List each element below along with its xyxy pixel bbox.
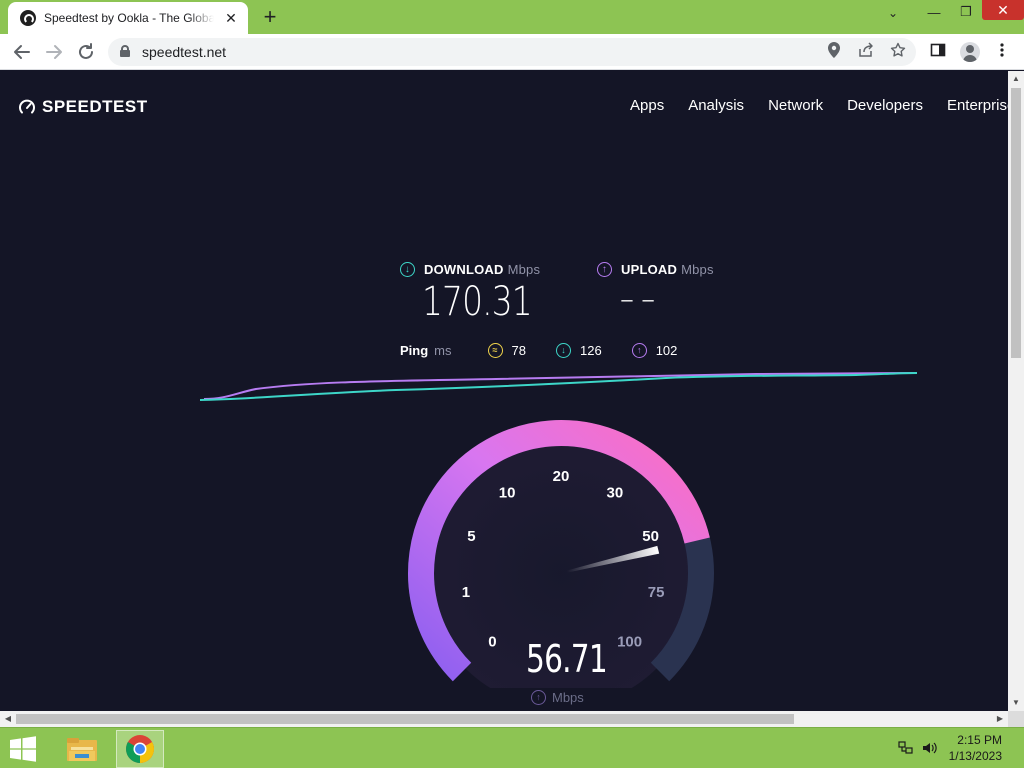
speedtest-favicon-icon	[20, 10, 36, 26]
current-speed-unit: ↑ Mbps	[531, 690, 584, 705]
logo-text: SPEEDTEST	[42, 97, 148, 116]
window-controls: — ❐ ✕	[918, 0, 1024, 26]
tab-search-chevron-icon[interactable]: ⌄	[888, 6, 898, 20]
ping-idle-value: 78	[511, 343, 526, 358]
profile-avatar-icon[interactable]	[960, 42, 980, 62]
tab-title: Speedtest by Ookla - The Global Broadban…	[44, 11, 214, 25]
chrome-taskbar-icon[interactable]	[116, 730, 164, 768]
speedtest-gauge-logo-icon	[18, 98, 36, 116]
browser-title-bar: Speedtest by Ookla - The Global Broadban…	[0, 0, 1024, 34]
gauge-tick-label: 10	[499, 484, 516, 501]
network-icon[interactable]	[898, 741, 914, 758]
download-label: DOWNLOAD	[424, 262, 504, 277]
scroll-down-arrow-icon[interactable]: ▼	[1008, 695, 1024, 711]
gauge-tick-label: 5	[467, 528, 475, 545]
close-window-button[interactable]: ✕	[982, 0, 1024, 20]
upload-latency-icon: ↑	[631, 343, 647, 358]
ping-idle: ≈ 78	[487, 343, 526, 358]
vertical-scrollbar[interactable]: ▲ ▼	[1008, 71, 1024, 711]
ping-upload: ↑ 102	[631, 343, 678, 358]
ping-row: Ping ms ≈ 78 ↓ 126 ↑ 102	[400, 343, 707, 358]
upload-unit: Mbps	[681, 262, 714, 277]
nav-developers[interactable]: Developers	[847, 97, 923, 114]
gauge-tick-label: 0	[488, 634, 496, 651]
volume-icon[interactable]	[922, 741, 938, 758]
scroll-left-arrow-icon[interactable]: ◀	[0, 711, 16, 727]
download-value: 170.31	[422, 279, 533, 325]
nav-network[interactable]: Network	[768, 97, 823, 114]
gauge-tick-label: 100	[617, 634, 642, 651]
clock-time: 2:15 PM	[957, 733, 1002, 747]
system-clock[interactable]: 2:15 PM 1/13/2023	[949, 732, 1002, 764]
windows-taskbar: 2:15 PM 1/13/2023	[0, 727, 1024, 768]
browser-tab-speedtest[interactable]: Speedtest by Ookla - The Global Broadban…	[8, 2, 248, 34]
gauge-tick-label: 1	[462, 584, 470, 601]
ping-download: ↓ 126	[555, 343, 602, 358]
gauge-tick-label: 30	[607, 484, 624, 501]
system-tray	[898, 741, 938, 758]
reload-icon[interactable]	[74, 40, 98, 64]
speed-graph	[199, 372, 918, 401]
upload-header: ↑ UPLOAD Mbps	[597, 262, 714, 277]
more-menu-icon[interactable]	[992, 42, 1012, 62]
download-header: ↓ DOWNLOAD Mbps	[400, 262, 540, 277]
download-unit: Mbps	[507, 262, 541, 277]
location-pin-icon[interactable]	[824, 42, 844, 62]
horizontal-scroll-thumb[interactable]	[16, 714, 794, 724]
nav-enterprise[interactable]: Enterprise	[947, 97, 1008, 114]
address-bar[interactable]: speedtest.net	[108, 38, 916, 66]
share-icon[interactable]	[856, 42, 876, 62]
upload-value: – –	[620, 279, 655, 319]
restore-button[interactable]: ❐	[950, 0, 982, 24]
lock-icon[interactable]	[120, 45, 130, 57]
tab-close-icon[interactable]: ✕	[222, 10, 240, 27]
ping-upload-value: 102	[655, 343, 678, 358]
url-text[interactable]: speedtest.net	[142, 44, 226, 60]
back-arrow-icon[interactable]	[10, 40, 34, 64]
gauge-tick-label: 50	[642, 528, 659, 545]
download-latency-icon: ↓	[555, 343, 571, 358]
windows-start-icon[interactable]	[8, 736, 38, 762]
current-speed-value: 56.71	[526, 637, 608, 681]
idle-latency-icon: ≈	[487, 343, 503, 358]
upload-arrow-icon: ↑	[531, 690, 546, 705]
nav-apps[interactable]: Apps	[630, 97, 664, 114]
minimize-button[interactable]: —	[918, 0, 950, 24]
scrollbar-corner	[1008, 711, 1024, 727]
ping-label: Ping	[400, 343, 429, 358]
forward-arrow-icon[interactable]	[42, 40, 66, 64]
vertical-scroll-thumb[interactable]	[1011, 88, 1021, 358]
new-tab-button[interactable]: +	[258, 4, 282, 30]
site-nav: Apps Analysis Network Developers Enterpr…	[630, 97, 1008, 114]
file-explorer-taskbar-icon[interactable]	[58, 730, 106, 768]
ping-download-value: 126	[579, 343, 602, 358]
scroll-right-arrow-icon[interactable]: ▶	[992, 711, 1008, 727]
speedtest-page: SPEEDTEST Apps Analysis Network Develope…	[0, 71, 1008, 711]
speed-unit-label: Mbps	[552, 690, 584, 705]
speedtest-logo[interactable]: SPEEDTEST	[18, 97, 148, 117]
ping-unit: ms	[434, 343, 452, 358]
upload-arrow-icon: ↑	[597, 262, 612, 277]
nav-analysis[interactable]: Analysis	[688, 97, 744, 114]
gauge-tick-label: 20	[553, 468, 570, 485]
download-arrow-icon: ↓	[400, 262, 415, 277]
gauge-tick-label: 75	[648, 584, 665, 601]
side-panel-icon[interactable]	[928, 42, 948, 62]
horizontal-scrollbar[interactable]: ◀ ▶	[0, 711, 1008, 727]
clock-date: 1/13/2023	[948, 749, 1002, 763]
browser-toolbar: speedtest.net	[0, 34, 1024, 70]
upload-label: UPLOAD	[621, 262, 678, 277]
bookmark-star-icon[interactable]	[888, 42, 908, 62]
scroll-up-arrow-icon[interactable]: ▲	[1008, 71, 1024, 87]
